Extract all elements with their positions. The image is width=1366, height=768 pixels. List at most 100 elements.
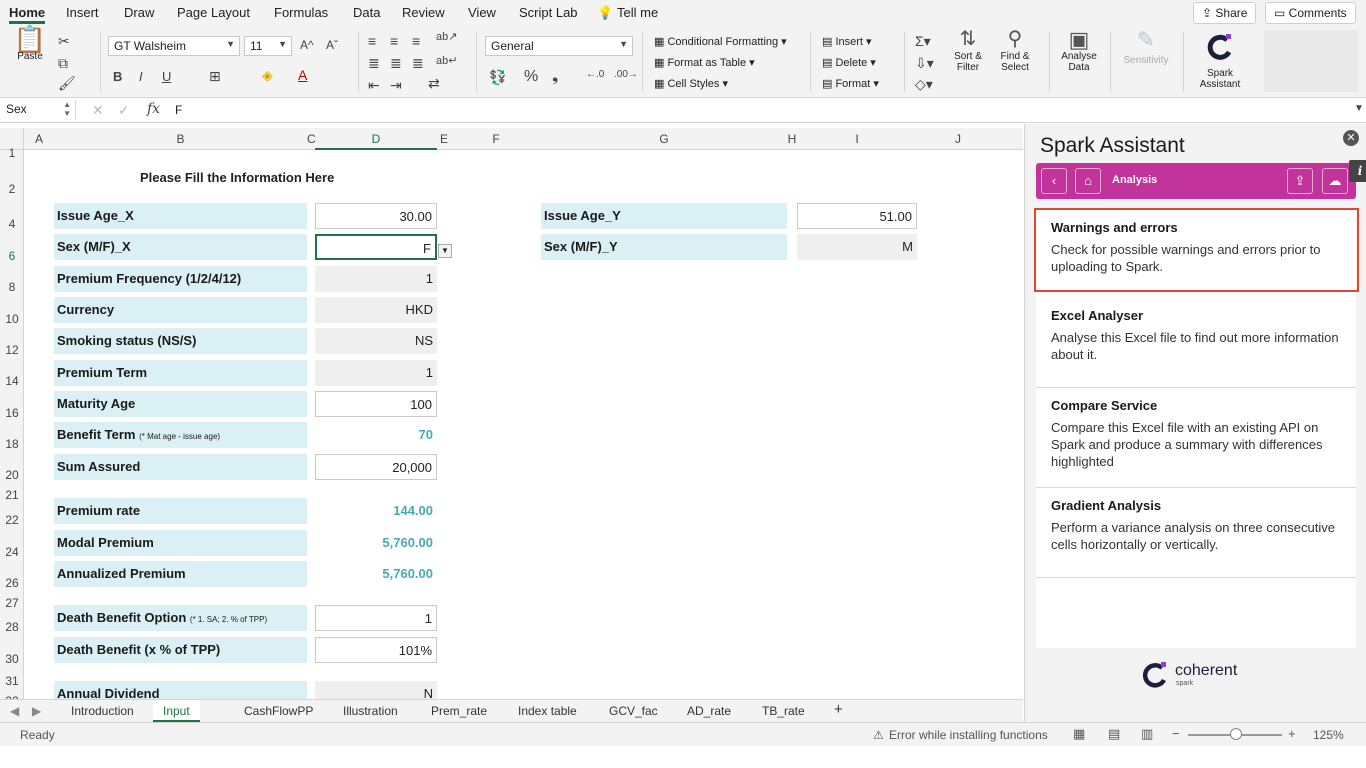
dropdown-arrow-icon[interactable]: ▼ (438, 244, 452, 258)
column-header[interactable]: I (797, 132, 917, 146)
find-select-button[interactable]: ⚲ Find & Select (995, 29, 1035, 73)
sheet-tab-ad-rate[interactable]: AD_rate (687, 704, 731, 718)
info-icon[interactable]: i (1349, 160, 1366, 182)
column-header[interactable]: A (24, 132, 54, 146)
decrease-decimal-icon[interactable]: .00→ (614, 70, 638, 80)
tab-draw[interactable]: Draw (124, 5, 154, 20)
zoom-slider-handle[interactable] (1230, 728, 1242, 740)
formula-input[interactable]: F (175, 103, 182, 117)
comma-style-icon[interactable]: ❟ (552, 69, 558, 85)
scroll-left-icon[interactable]: ◀ (10, 704, 19, 718)
paste-button[interactable]: 📋 Paste (10, 26, 50, 62)
copy-icon[interactable]: ⧉ (58, 56, 68, 70)
page-layout-view-icon[interactable]: ▤ (1108, 726, 1120, 742)
name-box[interactable]: Sex ▲ ▼ (0, 100, 76, 120)
normal-view-icon[interactable]: ▦ (1073, 726, 1085, 742)
cell-styles-button[interactable]: ▦ Cell Styles ▾ (654, 77, 728, 90)
text-orientation-icon[interactable]: ab↗ (436, 32, 457, 43)
premium-term-cell[interactable]: 1 (315, 360, 437, 386)
share-button[interactable]: ⇪ Share (1193, 2, 1257, 24)
row-header[interactable]: 27 (0, 596, 24, 610)
format-as-table-button[interactable]: ▦ Format as Table ▾ (654, 56, 755, 69)
back-icon[interactable]: ‹ (1041, 168, 1067, 194)
issue-age-x-cell[interactable]: 30.00 (315, 203, 437, 229)
decrease-font-icon[interactable]: Aˇ (326, 39, 338, 51)
tab-formulas[interactable]: Formulas (274, 5, 328, 20)
row-header[interactable]: 4 (0, 217, 24, 231)
row-header[interactable]: 20 (0, 468, 24, 482)
font-color-icon[interactable]: A (298, 68, 307, 82)
worksheet-grid[interactable]: A B C D E F G H I J 1 2 4 6 8 10 12 14 1… (0, 128, 1023, 699)
format-cells-button[interactable]: ▤ Format ▾ (822, 77, 879, 90)
align-center-icon[interactable]: ≣ (390, 56, 402, 70)
close-icon[interactable]: ✕ (1343, 130, 1359, 146)
row-header[interactable]: 14 (0, 374, 24, 388)
row-header[interactable]: 16 (0, 406, 24, 420)
row-header[interactable]: 31 (0, 674, 24, 688)
format-painter-icon[interactable]: 🖌 (58, 76, 76, 90)
align-top-icon[interactable]: ≡ (368, 34, 376, 48)
sheet-tab-input[interactable]: Input (153, 700, 200, 722)
sensitivity-button[interactable]: ✎ Sensitivity (1118, 29, 1174, 67)
death-benefit-pct-cell[interactable]: 101% (315, 637, 437, 663)
annualized-premium-cell[interactable]: 5,760.00 (315, 561, 437, 587)
increase-indent-icon[interactable]: ⇥ (390, 78, 402, 92)
borders-icon[interactable]: ⊞ (209, 69, 221, 83)
tab-home[interactable]: Home (9, 5, 46, 24)
tell-me-search[interactable]: Tell me (617, 5, 658, 20)
clear-icon[interactable]: ◇▾ (915, 77, 933, 91)
percent-icon[interactable]: % (524, 69, 538, 85)
sheet-tab-tb-rate[interactable]: TB_rate (762, 704, 805, 718)
wrap-text-icon[interactable]: ab↵ (436, 56, 457, 67)
sort-filter-button[interactable]: ⇅ Sort & Filter (948, 29, 988, 73)
spark-assistant-button[interactable]: Spark Assistant (1194, 32, 1246, 90)
tab-data[interactable]: Data (353, 5, 380, 20)
expand-formula-icon[interactable]: ▼ (1354, 104, 1364, 114)
decrease-indent-icon[interactable]: ⇤ (368, 78, 380, 92)
home-icon[interactable]: ⌂ (1075, 168, 1101, 194)
maturity-age-cell[interactable]: 100 (315, 391, 437, 417)
row-header[interactable]: 2 (0, 182, 24, 196)
smoking-status-cell[interactable]: NS (315, 328, 437, 354)
tab-insert[interactable]: Insert (66, 5, 99, 20)
align-right-icon[interactable]: ≣ (412, 56, 424, 70)
row-header[interactable]: 30 (0, 652, 24, 666)
card-compare-service[interactable]: Compare Service Compare this Excel file … (1036, 388, 1356, 488)
zoom-in-icon[interactable]: + (1288, 726, 1296, 741)
italic-icon[interactable]: I (139, 70, 143, 83)
row-header[interactable]: 26 (0, 576, 24, 590)
premium-frequency-cell[interactable]: 1 (315, 266, 437, 292)
confirm-icon[interactable]: ✓ (118, 103, 130, 117)
cut-icon[interactable]: ✂ (58, 34, 70, 48)
align-bottom-icon[interactable]: ≡ (412, 34, 420, 48)
row-header[interactable]: 8 (0, 280, 24, 294)
card-excel-analyser[interactable]: Excel Analyser Analyse this Excel file t… (1036, 298, 1356, 388)
column-header[interactable]: G (541, 132, 787, 146)
sheet-tab-cashflowpp[interactable]: CashFlowPP (244, 704, 313, 718)
sum-assured-cell[interactable]: 20,000 (315, 454, 437, 480)
fill-icon[interactable]: ⇩▾ (915, 56, 934, 70)
card-warnings-errors[interactable]: Warnings and errors Check for possible w… (1034, 208, 1359, 292)
scroll-right-icon[interactable]: ▶ (32, 704, 41, 718)
add-sheet-button[interactable]: + (834, 701, 843, 718)
annual-dividend-cell[interactable]: N (315, 681, 437, 699)
cancel-icon[interactable]: ✕ (92, 103, 104, 117)
sex-x-cell[interactable]: F (315, 234, 437, 260)
column-header[interactable]: E (437, 132, 451, 146)
sheet-tab-index-table[interactable]: Index table (518, 704, 577, 718)
number-format-select[interactable]: General ▼ (485, 36, 633, 56)
row-header[interactable]: 6 (0, 249, 24, 263)
row-header[interactable]: 18 (0, 437, 24, 451)
font-name-select[interactable]: GT Walsheim ▼ (108, 36, 240, 56)
delete-cells-button[interactable]: ▤ Delete ▾ (822, 56, 876, 69)
tab-script-lab[interactable]: Script Lab (519, 5, 578, 20)
fill-color-icon[interactable]: ◈ (262, 68, 273, 82)
underline-icon[interactable]: U (162, 70, 171, 83)
row-header[interactable]: 10 (0, 312, 24, 326)
currency-format-icon[interactable]: 💱 (489, 70, 506, 84)
sheet-tab-introduction[interactable]: Introduction (71, 704, 134, 718)
row-header[interactable]: 28 (0, 620, 24, 634)
function-icon[interactable]: fx (147, 102, 160, 116)
row-header[interactable]: 1 (0, 146, 24, 160)
currency-cell[interactable]: HKD (315, 297, 437, 323)
